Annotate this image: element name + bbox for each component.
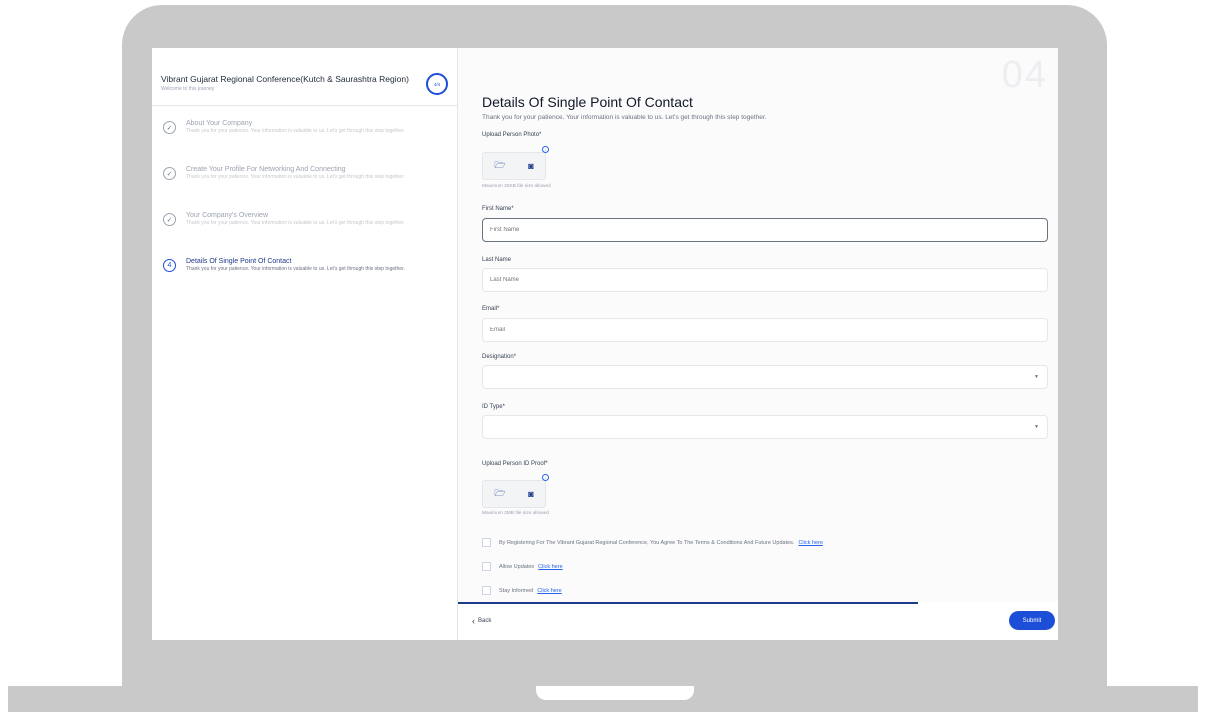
photo-upload-box[interactable]: 🗁 ◙ <box>482 152 546 180</box>
id-type-label: ID Type* <box>482 404 505 410</box>
first-name-label: First Name* <box>482 206 514 212</box>
terms-text: By Registering For The Vibrant Gujarat R… <box>499 539 795 546</box>
app-screen: Vibrant Gujarat Regional Conference(Kutc… <box>152 48 1058 640</box>
terms-link[interactable]: Click here <box>798 540 822 546</box>
sidebar-divider <box>152 105 458 106</box>
sidebar: Vibrant Gujarat Regional Conference(Kutc… <box>152 48 458 640</box>
step-title: Your Company's Overview <box>186 212 269 219</box>
last-name-input[interactable] <box>482 268 1048 292</box>
designation-select[interactable]: ▼ <box>482 365 1048 389</box>
updates-checkbox[interactable] <box>482 562 491 571</box>
step-about-company[interactable]: ✓ About Your Company Thank you for your … <box>163 120 453 134</box>
back-button[interactable]: ‹ Back <box>472 616 491 626</box>
folder-icon[interactable]: 🗁 <box>494 486 505 502</box>
email-label: Email* <box>482 306 500 312</box>
sidebar-header: Vibrant Gujarat Regional Conference(Kutc… <box>161 74 451 92</box>
id-proof-upload-box[interactable]: 🗁 ◙ <box>482 480 546 508</box>
step-number-watermark: 04 <box>1001 54 1048 96</box>
updates-link[interactable]: Click here <box>538 564 562 570</box>
photo-label: Upload Person Photo* <box>482 132 542 138</box>
step-description: Thank you for your patience. Your inform… <box>186 174 405 180</box>
camera-icon[interactable]: ◙ <box>528 161 533 171</box>
id-type-select[interactable]: ▼ <box>482 415 1048 439</box>
step-description: Thank you for your patience. Your inform… <box>186 266 405 272</box>
chevron-down-icon: ▼ <box>1034 424 1039 430</box>
form-panel: 04 Details Of Single Point Of Contact Th… <box>458 48 1058 640</box>
step-description: Thank you for your patience. Your inform… <box>186 220 405 226</box>
form-footer: ‹ Back Submit <box>458 602 1058 640</box>
last-name-label: Last Name <box>482 257 512 263</box>
step-number-icon: 4 <box>163 259 176 272</box>
info-icon[interactable]: i <box>542 474 549 481</box>
step-company-overview[interactable]: ✓ Your Company's Overview Thank you for … <box>163 212 453 226</box>
informed-text: Stay Informed <box>499 587 534 594</box>
terms-checkbox-row: By Registering For The Vibrant Gujarat R… <box>482 538 823 547</box>
terms-checkbox[interactable] <box>482 538 491 547</box>
informed-link[interactable]: Click here <box>537 588 561 594</box>
folder-icon[interactable]: 🗁 <box>494 158 505 174</box>
id-proof-hint: Maximum 2MB file size allowed <box>482 511 549 516</box>
conference-subtitle: Welcome to this journey <box>161 86 215 92</box>
step-single-point-contact[interactable]: 4 Details Of Single Point Of Contact Tha… <box>163 258 453 272</box>
check-circle-icon: ✓ <box>163 213 176 226</box>
footer-progress-line <box>458 602 918 604</box>
id-proof-label: Upload Person ID Proof* <box>482 461 548 467</box>
page-subtitle: Thank you for your patience. Your inform… <box>482 114 767 121</box>
step-title: Details Of Single Point Of Contact <box>186 258 292 265</box>
updates-checkbox-row: Allow Updates Click here <box>482 562 563 571</box>
chevron-down-icon: ▼ <box>1034 374 1039 380</box>
updates-text: Allow Updates <box>499 563 535 570</box>
submit-button[interactable]: Submit <box>1009 611 1055 630</box>
step-description: Thank you for your patience. Your inform… <box>186 128 405 134</box>
designation-label: Designation* <box>482 354 517 360</box>
laptop-notch <box>536 686 694 700</box>
photo-hint: Maximum 30KB file size allowed <box>482 184 551 189</box>
camera-icon[interactable]: ◙ <box>528 489 533 499</box>
check-circle-icon: ✓ <box>163 121 176 134</box>
informed-checkbox[interactable] <box>482 586 491 595</box>
progress-ring: 4/4 <box>426 73 448 95</box>
conference-title: Vibrant Gujarat Regional Conference(Kutc… <box>161 74 409 84</box>
first-name-input[interactable] <box>482 218 1048 242</box>
check-circle-icon: ✓ <box>163 167 176 180</box>
step-create-profile[interactable]: ✓ Create Your Profile For Networking And… <box>163 166 453 180</box>
informed-checkbox-row: Stay Informed Click here <box>482 586 562 595</box>
back-label: Back <box>478 618 492 624</box>
step-title: About Your Company <box>186 120 253 127</box>
info-icon[interactable]: i <box>542 146 549 153</box>
step-title: Create Your Profile For Networking And C… <box>186 166 346 173</box>
chevron-left-icon: ‹ <box>472 616 475 626</box>
email-input[interactable] <box>482 318 1048 342</box>
page-title: Details Of Single Point Of Contact <box>482 94 693 110</box>
